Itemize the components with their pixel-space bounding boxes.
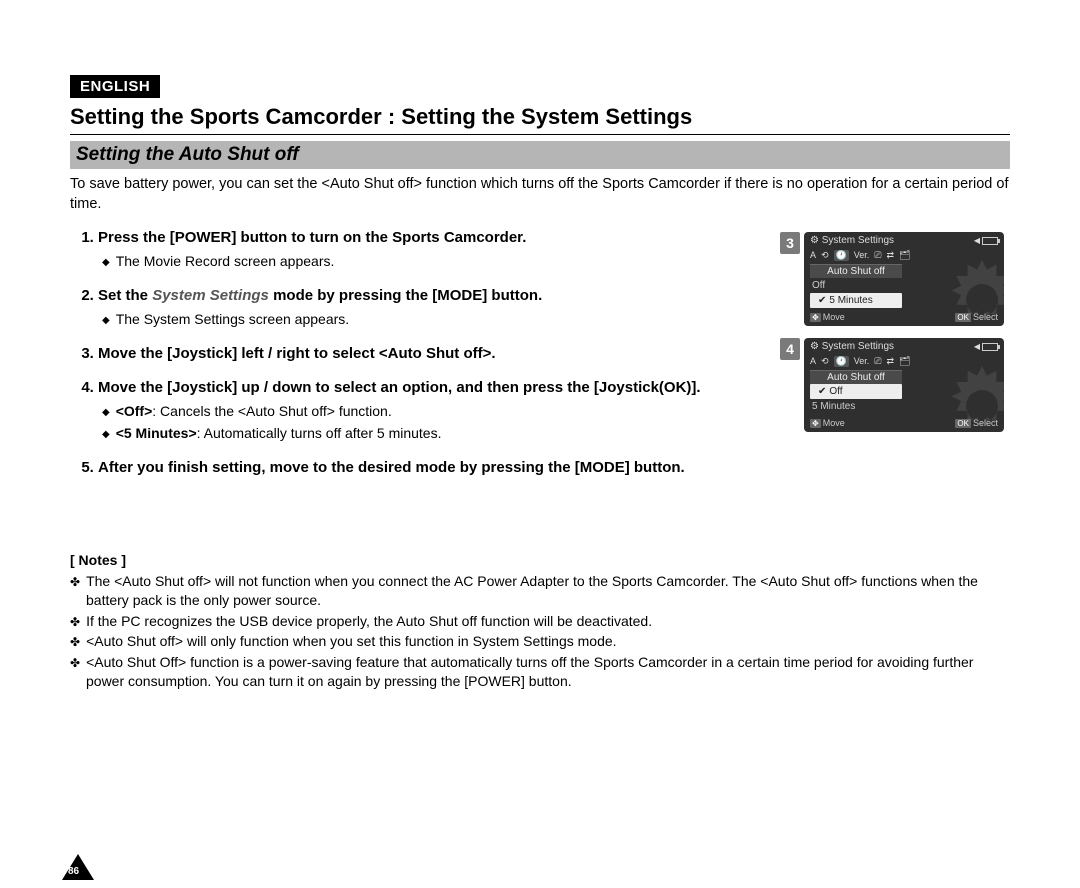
- lcd-screen-3: ⚙ System Settings ◀ A⟲🕐Ver.⎚⇄🗂 Auto Shut…: [804, 232, 1004, 326]
- instructions-column: Press the [POWER] button to turn on the …: [70, 228, 760, 492]
- step-4-sub2: <5 Minutes>: Automatically turns off aft…: [102, 424, 760, 444]
- horizontal-rule: [70, 134, 1010, 135]
- move-key-icon: ✥: [810, 313, 821, 322]
- notes-list: The <Auto Shut off> will not function wh…: [70, 572, 1010, 691]
- language-label: ENGLISH: [70, 75, 160, 98]
- content-row: Press the [POWER] button to turn on the …: [70, 228, 1010, 492]
- gear-small-icon: ⚙ System Settings: [810, 235, 894, 246]
- step-2-post: mode by pressing the [MODE] button.: [269, 287, 542, 304]
- check-icon: ✔: [818, 295, 826, 306]
- lcd-option-5min-selected: ✔5 Minutes: [810, 293, 902, 308]
- lcd-menu-label: Auto Shut off: [810, 264, 902, 278]
- lcd-option-off-selected: ✔Off: [810, 384, 902, 399]
- intro-paragraph: To save battery power, you can set the <…: [70, 175, 1010, 214]
- move-key-icon: ✥: [810, 419, 821, 428]
- note-2: If the PC recognizes the USB device prop…: [86, 612, 1010, 631]
- lcd-option-off: Off: [804, 278, 904, 293]
- note-4: <Auto Shut Off> function is a power-savi…: [86, 653, 1010, 691]
- step-5-text: After you finish setting, move to the de…: [98, 459, 685, 476]
- lcd-move: Move: [823, 312, 845, 322]
- step-1: Press the [POWER] button to turn on the …: [98, 228, 760, 272]
- lcd-option-5min: 5 Minutes: [804, 399, 904, 414]
- lcd-screen-4: ⚙ System Settings ◀ A⟲🕐Ver.⎚⇄🗂 Auto Shut…: [804, 338, 1004, 432]
- manual-page: ENGLISH Setting the Sports Camcorder : S…: [70, 75, 1010, 693]
- section-heading: Setting the Auto Shut off: [70, 141, 1010, 169]
- step-badge-3: 3: [780, 232, 800, 254]
- step-badge-4: 4: [780, 338, 800, 360]
- note-3: <Auto Shut off> will only function when …: [86, 632, 1010, 651]
- steps-list: Press the [POWER] button to turn on the …: [70, 228, 760, 478]
- step-1-sub: The Movie Record screen appears.: [102, 252, 760, 272]
- check-icon: ✔: [818, 386, 826, 397]
- step-2: Set the System Settings mode by pressing…: [98, 286, 760, 330]
- step-3-text: Move the [Joystick] left / right to sele…: [98, 345, 496, 362]
- gear-small-icon: ⚙ System Settings: [810, 341, 894, 352]
- step-3: Move the [Joystick] left / right to sele…: [98, 344, 760, 364]
- lcd-menu-label: Auto Shut off: [810, 370, 902, 384]
- lcd-move: Move: [823, 418, 845, 428]
- screenshot-step-3: 3 ⚙ System Settings ◀ A⟲🕐Ver.⎚⇄🗂 Auto Sh…: [780, 232, 1010, 326]
- screenshot-step-4: 4 ⚙ System Settings ◀ A⟲🕐Ver.⎚⇄🗂 Auto Sh…: [780, 338, 1010, 432]
- step-4-text: Move the [Joystick] up / down to select …: [98, 379, 701, 396]
- page-number: 86: [68, 866, 79, 877]
- step-5: After you finish setting, move to the de…: [98, 458, 760, 478]
- step-4-sub1: <Off>: Cancels the <Auto Shut off> funct…: [102, 402, 760, 422]
- lcd-title: System Settings: [822, 341, 894, 352]
- page-title: Setting the Sports Camcorder : Setting t…: [70, 104, 1010, 130]
- step-1-text: Press the [POWER] button to turn on the …: [98, 229, 526, 246]
- step-2-pre: Set the: [98, 287, 152, 304]
- note-1: The <Auto Shut off> will not function wh…: [86, 572, 1010, 610]
- step-2-sub: The System Settings screen appears.: [102, 310, 760, 330]
- gear-icon: [942, 260, 1004, 326]
- battery-icon: ◀: [974, 236, 998, 245]
- step-2-em: System Settings: [152, 287, 269, 304]
- battery-icon: ◀: [974, 342, 998, 351]
- lcd-title: System Settings: [822, 235, 894, 246]
- notes-header: [ Notes ]: [70, 552, 1010, 568]
- step-4: Move the [Joystick] up / down to select …: [98, 378, 760, 443]
- screenshots-column: 3 ⚙ System Settings ◀ A⟲🕐Ver.⎚⇄🗂 Auto Sh…: [780, 228, 1010, 492]
- gear-icon: [942, 366, 1004, 432]
